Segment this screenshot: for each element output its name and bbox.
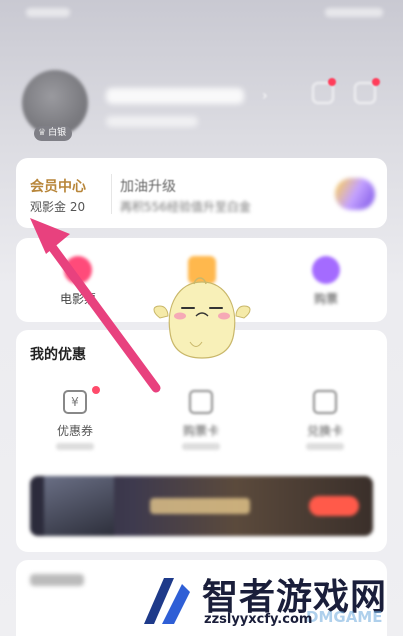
crown-icon: ♛ [38, 128, 47, 138]
divider [111, 174, 112, 214]
offer-card[interactable]: 购票卡 [166, 390, 236, 450]
coupon-icon: ¥ [63, 390, 87, 414]
status-bar [0, 0, 403, 26]
username[interactable] [106, 88, 244, 104]
settings-icon[interactable] [354, 82, 376, 104]
offers-title: 我的优惠 [30, 347, 86, 363]
banner-image [44, 476, 114, 536]
upgrade-title[interactable]: 加油升级 [120, 176, 176, 196]
settings-notification-dot [372, 78, 380, 86]
chevron-right-icon[interactable]: › [262, 88, 268, 104]
vip-card: 会员中心 观影金 20 加油升级 再积556经验值升至白金 [16, 158, 387, 228]
vip-center-subtitle[interactable]: 观影金 20 [30, 198, 85, 215]
my-offers-card: 我的优惠 ¥ 优惠券 购票卡 兑换卡 [16, 330, 387, 552]
offer-sub [56, 443, 94, 450]
movie-ticket-icon [64, 256, 92, 284]
vip-center-title[interactable]: 会员中心 [30, 176, 86, 196]
offer-label: 购票卡 [182, 424, 219, 438]
member-level-badge[interactable]: ♛ 白银 [34, 126, 73, 141]
status-time [26, 8, 70, 17]
profile-header: ♛ 白银 › [0, 60, 403, 150]
message-notification-dot [328, 78, 336, 86]
status-icons [325, 8, 383, 17]
offer-exchange[interactable]: 兑换卡 [290, 390, 360, 450]
coupon-notification-dot [92, 386, 100, 394]
mascot-character [153, 277, 251, 359]
watermark-url: zzslyyxcfy.com [204, 612, 313, 627]
offer-coupon[interactable]: ¥ 优惠券 [40, 390, 110, 450]
site-logo-icon [144, 578, 190, 624]
user-subtitle [106, 116, 198, 127]
upgrade-subtitle: 再积556经验值升至白金 [120, 200, 251, 214]
func-right[interactable]: 购票 [286, 256, 366, 307]
exchange-icon [313, 390, 337, 414]
vip-level-icon[interactable] [335, 178, 375, 210]
offer-sub [306, 443, 344, 450]
ticket-icon [312, 256, 340, 284]
bottom-card-title [30, 574, 84, 586]
offer-sub [182, 443, 220, 450]
offer-label: 兑换卡 [306, 424, 343, 438]
banner-button[interactable] [309, 496, 359, 516]
watermark-ghost-text: DMGAME [306, 608, 383, 626]
func-movie-ticket[interactable]: 电影票 [38, 256, 118, 307]
card-icon [189, 390, 213, 414]
promo-banner[interactable] [30, 476, 373, 536]
offer-label: 优惠券 [56, 424, 93, 438]
member-level-label: 白银 [48, 128, 67, 138]
banner-text [150, 498, 250, 514]
site-watermark: 智者游戏网 DMGAME zzslyyxcfy.com [138, 566, 400, 634]
func-label: 购票 [313, 292, 338, 306]
func-label: 电影票 [59, 292, 96, 306]
